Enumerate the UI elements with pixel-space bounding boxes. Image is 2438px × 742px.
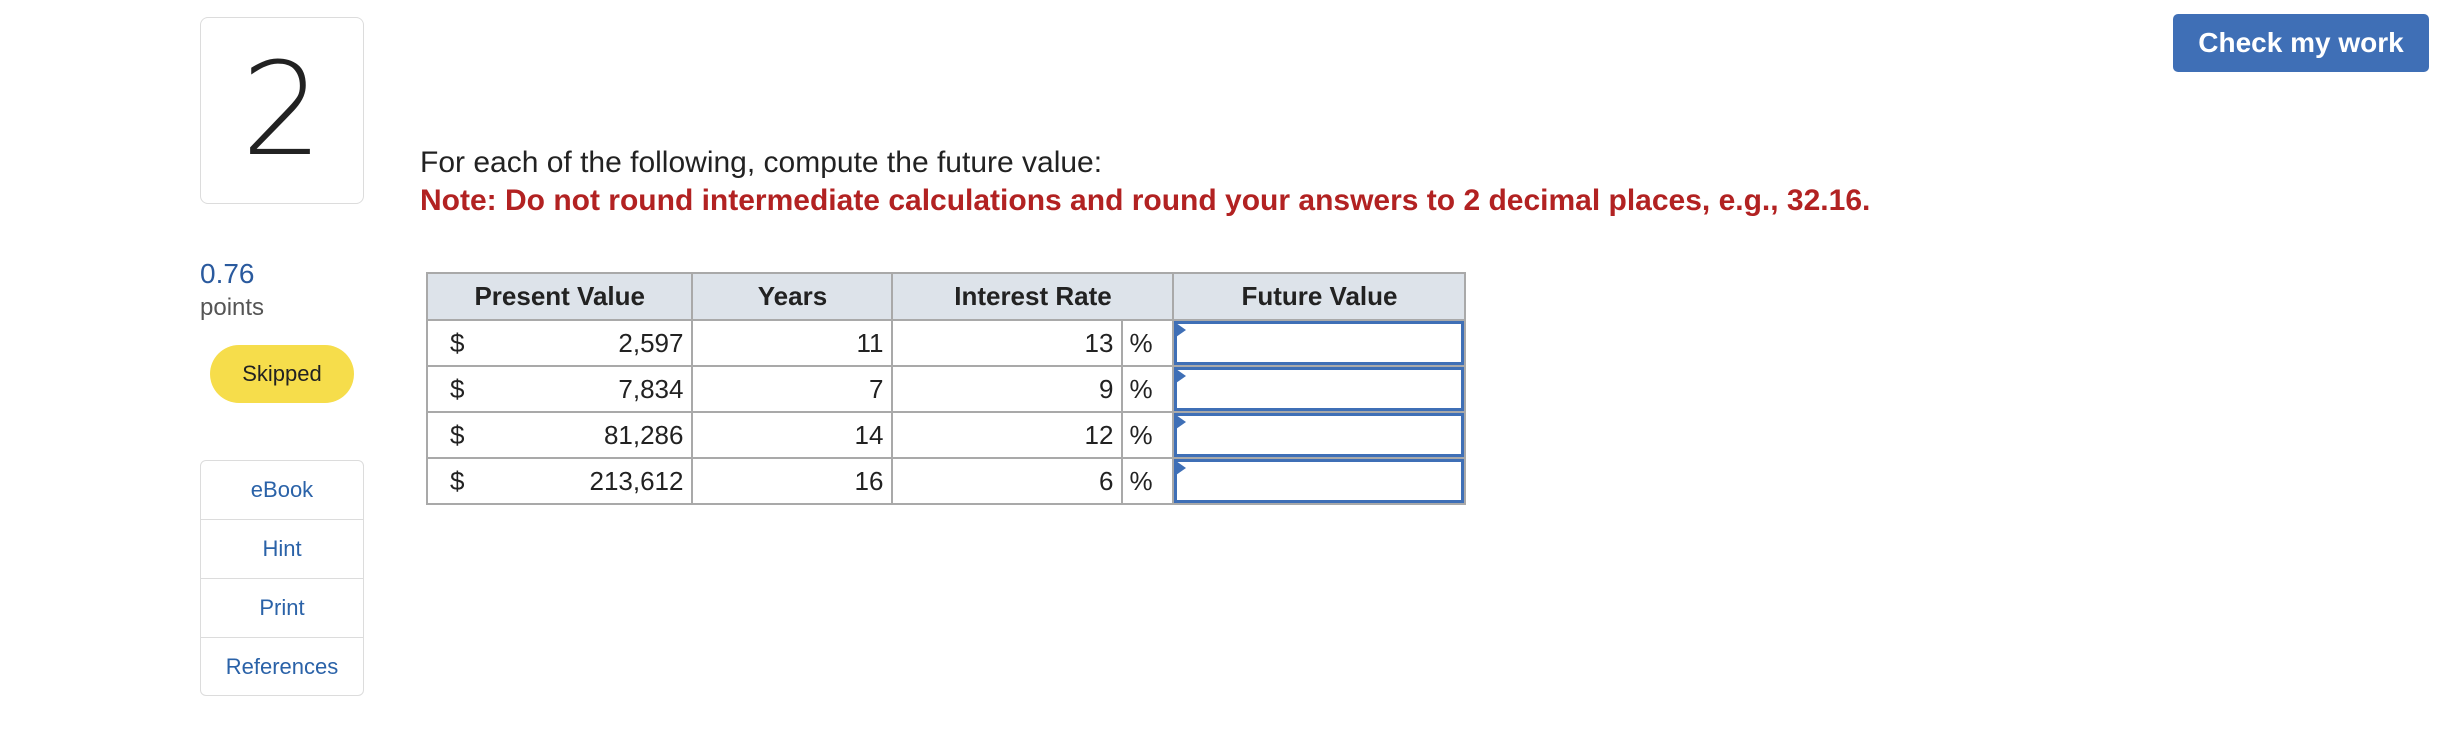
input-flag-icon bbox=[1176, 369, 1187, 383]
future-value-cell bbox=[1172, 365, 1467, 413]
future-value-input-3[interactable] bbox=[1174, 413, 1465, 457]
future-value-table: Present Value Years Interest Rate Future… bbox=[425, 272, 1467, 505]
years-cell: 14 bbox=[691, 411, 894, 459]
hint-link[interactable]: Hint bbox=[201, 520, 363, 579]
header-future-value: Future Value bbox=[1172, 272, 1467, 321]
years-cell: 16 bbox=[691, 457, 894, 505]
header-present-value: Present Value bbox=[425, 272, 694, 321]
status-badge: Skipped bbox=[210, 345, 354, 403]
table-row: $ 7,834 7 9 % bbox=[425, 365, 1467, 413]
percent-symbol: % bbox=[1121, 411, 1175, 459]
table-row: $ 2,597 11 13 % bbox=[425, 319, 1467, 367]
points-label: points bbox=[200, 294, 265, 321]
question-prompt: For each of the following, compute the f… bbox=[420, 146, 1103, 179]
header-interest-rate: Interest Rate bbox=[891, 272, 1175, 321]
years-cell: 7 bbox=[691, 365, 894, 413]
table-row: $ 81,286 14 12 % bbox=[425, 411, 1467, 459]
present-value-cell: 81,286 bbox=[464, 411, 694, 459]
interest-rate-cell: 13 bbox=[891, 319, 1124, 367]
table-row: $ 213,612 16 6 % bbox=[425, 457, 1467, 505]
interest-rate-cell: 12 bbox=[891, 411, 1124, 459]
currency-symbol: $ bbox=[425, 319, 465, 367]
future-value-cell bbox=[1172, 319, 1467, 367]
question-number-box: 2 bbox=[200, 17, 364, 204]
input-flag-icon bbox=[1176, 323, 1187, 337]
interest-rate-cell: 6 bbox=[891, 457, 1124, 505]
currency-symbol: $ bbox=[425, 365, 465, 413]
future-value-input-2[interactable] bbox=[1174, 367, 1465, 411]
currency-symbol: $ bbox=[425, 457, 465, 505]
future-value-input-1[interactable] bbox=[1174, 321, 1465, 365]
rounding-note: Note: Do not round intermediate calculat… bbox=[420, 184, 1871, 217]
percent-symbol: % bbox=[1121, 319, 1175, 367]
ebook-link[interactable]: eBook bbox=[201, 461, 363, 520]
present-value-cell: 213,612 bbox=[464, 457, 694, 505]
future-value-cell bbox=[1172, 411, 1467, 459]
interest-rate-cell: 9 bbox=[891, 365, 1124, 413]
input-flag-icon bbox=[1176, 415, 1187, 429]
table-header-row: Present Value Years Interest Rate Future… bbox=[425, 272, 1467, 321]
points-value: 0.76 bbox=[200, 258, 255, 289]
future-value-cell bbox=[1172, 457, 1467, 505]
present-value-cell: 2,597 bbox=[464, 319, 694, 367]
header-years: Years bbox=[691, 272, 894, 321]
years-cell: 11 bbox=[691, 319, 894, 367]
references-link[interactable]: References bbox=[201, 638, 363, 695]
currency-symbol: $ bbox=[425, 411, 465, 459]
percent-symbol: % bbox=[1121, 365, 1175, 413]
question-number: 2 bbox=[241, 35, 323, 185]
print-link[interactable]: Print bbox=[201, 579, 363, 638]
future-value-input-4[interactable] bbox=[1174, 459, 1465, 503]
percent-symbol: % bbox=[1121, 457, 1175, 505]
present-value-cell: 7,834 bbox=[464, 365, 694, 413]
check-my-work-button[interactable]: Check my work bbox=[2173, 14, 2429, 72]
question-tools: eBook Hint Print References bbox=[200, 460, 364, 696]
input-flag-icon bbox=[1176, 461, 1187, 475]
